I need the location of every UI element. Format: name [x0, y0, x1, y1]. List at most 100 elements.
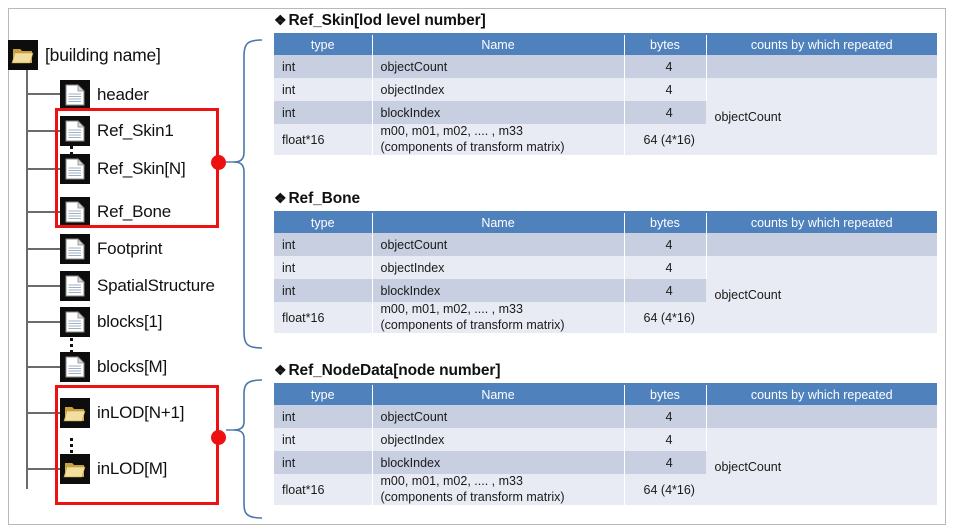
cell-repeated-empty — [706, 233, 937, 256]
folder-icon — [8, 40, 38, 70]
cell-name: objectIndex — [372, 256, 625, 279]
column-header-type: type — [274, 34, 373, 55]
cell-name-line1: m00, m01, m02, .... , m33 — [380, 302, 523, 316]
table-row: int objectCount 4 — [274, 233, 937, 256]
file-structure-tree: [building name] header Ref_Skin1 Ref_Ski… — [0, 0, 266, 532]
cell-bytes: 4 — [624, 428, 707, 451]
table-header-row: type Name bytes counts by which repeated — [274, 34, 937, 55]
tree-node-label: blocks[1] — [97, 312, 163, 331]
cell-name: objectCount — [372, 405, 625, 428]
cell-bytes: 64 (4*16) — [624, 302, 706, 334]
cell-name-line2: (components of transform matrix) — [380, 317, 565, 332]
cell-repeated: objectCount — [706, 78, 937, 156]
column-header-bytes: bytes — [624, 34, 707, 55]
tree-node-label: SpatialStructure — [97, 276, 215, 295]
cell-name: objectCount — [372, 233, 625, 256]
cell-repeated-empty — [706, 55, 937, 78]
data-table-ref-bone: type Name bytes counts by which repeated… — [274, 211, 937, 334]
cell-type: int — [274, 279, 373, 302]
cell-type: int — [274, 78, 373, 101]
section-title-text: Ref_Bone — [288, 190, 360, 207]
document-icon — [60, 352, 90, 382]
table-header-row: type Name bytes counts by which repeated — [274, 212, 937, 233]
tree-node-label: header — [97, 85, 149, 104]
cell-repeated: objectCount — [706, 256, 937, 334]
table-row: int objectIndex 4 objectCount — [274, 428, 937, 506]
table-row: int objectIndex 4 objectCount — [274, 256, 937, 334]
cell-bytes: 4 — [624, 405, 707, 428]
tree-node-blocks-1[interactable]: blocks[1] — [60, 305, 162, 339]
cell-name: objectIndex — [372, 428, 625, 451]
tree-node-spatialstructure[interactable]: SpatialStructure — [60, 269, 215, 303]
cell-name: m00, m01, m02, .... , m33 (components of… — [372, 474, 625, 506]
cell-bytes: 4 — [624, 451, 706, 474]
column-header-bytes: bytes — [624, 212, 707, 233]
column-header-repeated: counts by which repeated — [706, 34, 937, 55]
diamond-bullet-icon: ❖ — [274, 12, 287, 28]
highlight-box-inlod — [55, 385, 219, 505]
tree-node-footprint[interactable]: Footprint — [60, 232, 162, 266]
cell-name-line2: (components of transform matrix) — [380, 489, 565, 504]
tree-node-header[interactable]: header — [60, 78, 149, 112]
cell-repeated: objectCount — [706, 428, 937, 506]
column-header-repeated: counts by which repeated — [706, 384, 937, 405]
cell-bytes: 4 — [624, 55, 707, 78]
cell-name-line2: (components of transform matrix) — [380, 139, 565, 154]
cell-type: float*16 — [274, 124, 373, 156]
column-header-repeated: counts by which repeated — [706, 212, 937, 233]
cell-type: int — [274, 256, 373, 279]
section-title-text: Ref_Skin[lod level number] — [288, 12, 486, 29]
table-row: int objectCount 4 — [274, 405, 937, 428]
cell-name: blockIndex — [372, 451, 625, 474]
tree-branch — [27, 285, 61, 287]
column-header-bytes: bytes — [624, 384, 707, 405]
cell-bytes: 4 — [624, 101, 706, 124]
tree-trunk-line — [26, 64, 28, 489]
tree-branch — [27, 321, 61, 323]
section-title: ❖ Ref_NodeData[node number] — [274, 362, 937, 380]
tree-node-building-name[interactable]: [building name] — [8, 38, 161, 72]
tree-node-blocks-m[interactable]: blocks[M] — [60, 350, 167, 384]
cell-name: objectIndex — [372, 78, 625, 101]
tree-node-label: blocks[M] — [97, 357, 167, 376]
tree-branch — [27, 248, 61, 250]
cell-bytes: 4 — [624, 279, 706, 302]
tree-branch — [27, 93, 61, 95]
cell-name: blockIndex — [372, 279, 625, 302]
table-header-row: type Name bytes counts by which repeated — [274, 384, 937, 405]
tree-branch — [27, 366, 61, 368]
section-ref-bone: ❖ Ref_Bone type Name bytes counts by whic… — [274, 190, 937, 334]
document-icon — [60, 271, 90, 301]
cell-repeated-empty — [706, 405, 937, 428]
cell-type: int — [274, 101, 373, 124]
cell-bytes: 4 — [624, 256, 707, 279]
cell-name: blockIndex — [372, 101, 625, 124]
diamond-bullet-icon: ❖ — [274, 362, 287, 378]
tree-node-label: Footprint — [97, 239, 163, 258]
cell-bytes: 4 — [624, 78, 707, 101]
section-ref-skin: ❖ Ref_Skin[lod level number] type Name by… — [274, 12, 937, 156]
highlight-box-skin-bone — [55, 108, 219, 228]
diamond-bullet-icon: ❖ — [274, 190, 287, 206]
cell-bytes: 64 (4*16) — [624, 474, 706, 506]
cell-type: int — [274, 233, 373, 256]
tree-node-label: [building name] — [45, 44, 161, 65]
cell-type: float*16 — [274, 302, 373, 334]
diagram-canvas: [building name] header Ref_Skin1 Ref_Ski… — [0, 0, 955, 532]
table-row: int objectIndex 4 objectCount — [274, 78, 937, 156]
column-header-name: Name — [372, 34, 625, 55]
cell-type: int — [274, 405, 373, 428]
data-table-ref-nodedata: type Name bytes counts by which repeated… — [274, 383, 937, 506]
cell-bytes: 64 (4*16) — [624, 124, 706, 156]
cell-name: m00, m01, m02, .... , m33 (components of… — [372, 302, 625, 334]
column-header-type: type — [274, 384, 373, 405]
document-icon — [60, 234, 90, 264]
cell-type: int — [274, 428, 373, 451]
cell-type: float*16 — [274, 474, 373, 506]
column-header-type: type — [274, 212, 373, 233]
column-header-name: Name — [372, 384, 625, 405]
data-table-ref-skin: type Name bytes counts by which repeated… — [274, 33, 937, 156]
section-ref-nodedata: ❖ Ref_NodeData[node number] type Name byt… — [274, 362, 937, 506]
document-icon — [60, 307, 90, 337]
section-title-text: Ref_NodeData[node number] — [288, 362, 501, 379]
